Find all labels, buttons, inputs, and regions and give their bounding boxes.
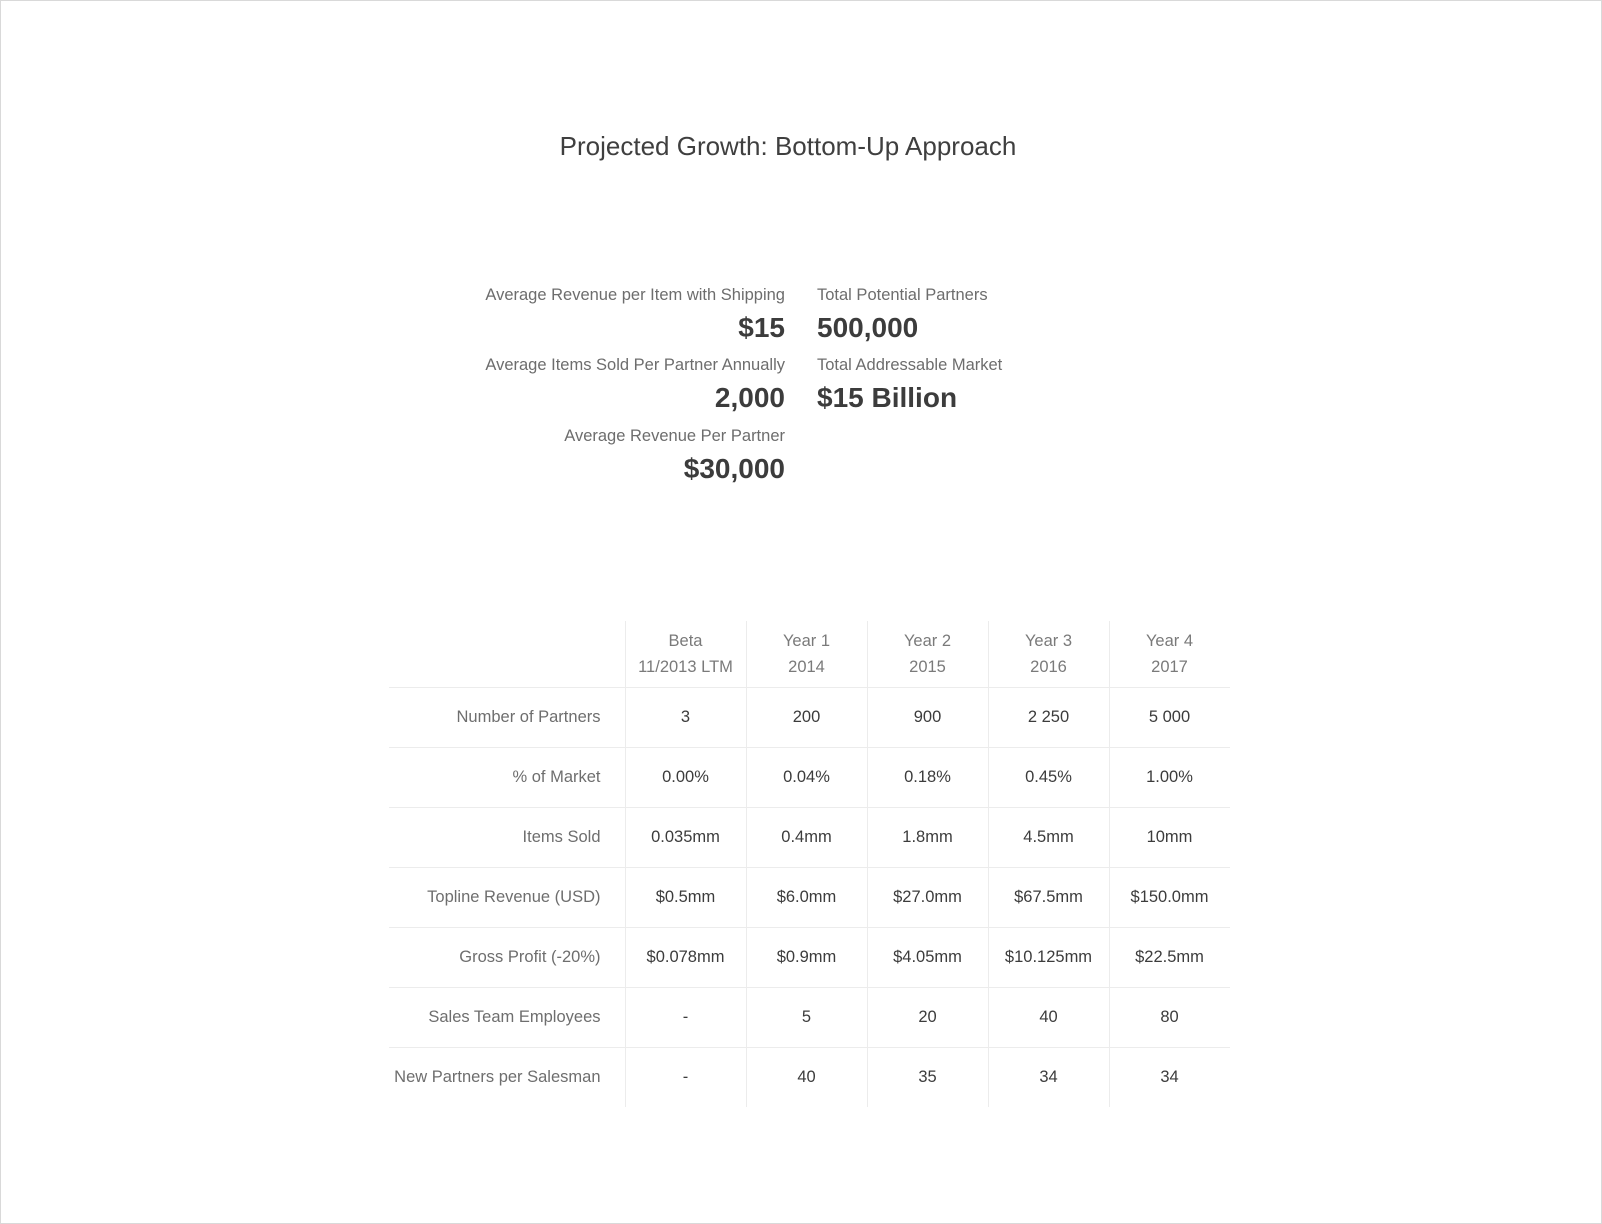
metric-label: Total Addressable Market (817, 356, 1003, 374)
table-cell: 0.035mm (624, 807, 746, 868)
table-cell: 0.04% (745, 747, 867, 808)
metric-label: Average Revenue per Item with Shipping (485, 286, 785, 304)
table-cell: - (624, 987, 746, 1048)
table-cell: 0.18% (866, 747, 988, 808)
table-cell: $150.0mm (1108, 867, 1230, 928)
table-cell: 80 (1108, 987, 1230, 1048)
table-cell: $67.5mm (987, 867, 1109, 928)
table-cell: 4.5mm (987, 807, 1109, 868)
growth-projection-table: Beta 11/2013 LTM Year 1 2014 Year 2 2015… (389, 621, 1230, 1107)
column-header-line: Year 3 (1024, 632, 1073, 650)
table-cell: 1.00% (1108, 747, 1230, 808)
row-label: Items Sold (522, 828, 601, 846)
metric-avg-revenue-per-partner: Average Revenue Per Partner $30,000 (564, 426, 785, 486)
metric-total-addressable-market: Total Addressable Market $15 Billion (817, 355, 1002, 415)
table-cell: 34 (987, 1047, 1109, 1107)
table-cell: $4.05mm (866, 927, 988, 988)
slide-page: Projected Growth: Bottom-Up Approach Ave… (0, 0, 1602, 1224)
column-header-line: 2014 (788, 658, 825, 676)
table-cell: 34 (1108, 1047, 1230, 1107)
table-row: Topline Revenue (USD) $0.5mm $6.0mm $27.… (389, 867, 1230, 928)
row-label: % of Market (512, 768, 601, 786)
metric-value: $15 Billion (817, 382, 958, 413)
row-label: Topline Revenue (USD) (427, 888, 601, 906)
table-row: Gross Profit (-20%) $0.078mm $0.9mm $4.0… (389, 927, 1230, 988)
column-header-year-2: Year 2 2015 (866, 621, 988, 688)
metric-label: Average Revenue Per Partner (564, 427, 785, 445)
table-cell: 3 (624, 687, 746, 748)
table-cell: 0.45% (987, 747, 1109, 808)
column-header-line: 2016 (1030, 658, 1067, 676)
table-header-row: Beta 11/2013 LTM Year 1 2014 Year 2 2015… (389, 621, 1230, 688)
column-header-year-4: Year 4 2017 (1108, 621, 1230, 688)
column-header-beta: Beta 11/2013 LTM (624, 621, 746, 688)
table-cell: 2 250 (987, 687, 1109, 748)
table-cell: 5 000 (1108, 687, 1230, 748)
column-header-line: Year 2 (903, 632, 952, 650)
column-header-year-1: Year 1 2014 (745, 621, 867, 688)
column-header-line: Year 1 (782, 632, 831, 650)
table-cell: 40 (745, 1047, 867, 1107)
table-cell: $0.5mm (624, 867, 746, 928)
table-row: Items Sold 0.035mm 0.4mm 1.8mm 4.5mm 10m… (389, 807, 1230, 868)
table-cell: 10mm (1108, 807, 1230, 868)
table-cell: $10.125mm (987, 927, 1109, 988)
table-cell: 40 (987, 987, 1109, 1048)
metric-value: 500,000 (817, 312, 919, 343)
row-label: Gross Profit (-20%) (459, 948, 601, 966)
column-header-line: Year 4 (1145, 632, 1194, 650)
metric-value: 2,000 (714, 382, 785, 413)
table-cell: $22.5mm (1108, 927, 1230, 988)
table-row: New Partners per Salesman - 40 35 34 34 (389, 1047, 1230, 1107)
table-cell: $6.0mm (745, 867, 867, 928)
table-cell: 1.8mm (866, 807, 988, 868)
metric-total-potential-partners: Total Potential Partners 500,000 (817, 285, 988, 345)
table-row: Number of Partners 3 200 900 2 250 5 000 (389, 687, 1230, 748)
row-label: Sales Team Employees (428, 1008, 601, 1026)
row-label: New Partners per Salesman (394, 1068, 601, 1086)
metric-value: $30,000 (683, 453, 785, 484)
table-cell: $0.078mm (624, 927, 746, 988)
table-cell: 200 (745, 687, 867, 748)
table-cell: $27.0mm (866, 867, 988, 928)
column-header-line: Beta (668, 632, 703, 650)
column-header-line: 11/2013 LTM (638, 658, 733, 676)
metric-label: Total Potential Partners (817, 286, 988, 304)
table-cell: 0.4mm (745, 807, 867, 868)
table-cell: $0.9mm (745, 927, 867, 988)
column-header-year-3: Year 3 2016 (987, 621, 1109, 688)
table-cell: 20 (866, 987, 988, 1048)
table-cell: 0.00% (624, 747, 746, 808)
metric-avg-items-sold: Average Items Sold Per Partner Annually … (485, 355, 785, 415)
table-cell: 900 (866, 687, 988, 748)
column-header-line: 2015 (909, 658, 946, 676)
metric-avg-revenue-per-item: Average Revenue per Item with Shipping $… (485, 285, 785, 345)
table-cell: 35 (866, 1047, 988, 1107)
row-label: Number of Partners (456, 708, 601, 726)
table-row: % of Market 0.00% 0.04% 0.18% 0.45% 1.00… (389, 747, 1230, 808)
table-corner-cell (389, 621, 625, 688)
metric-value: $15 (738, 312, 785, 343)
table-row: Sales Team Employees - 5 20 40 80 (389, 987, 1230, 1048)
table-cell: 5 (745, 987, 867, 1048)
table-cell: - (624, 1047, 746, 1107)
column-header-line: 2017 (1151, 658, 1188, 676)
page-title: Projected Growth: Bottom-Up Approach (559, 131, 1017, 161)
metric-label: Average Items Sold Per Partner Annually (485, 356, 785, 374)
